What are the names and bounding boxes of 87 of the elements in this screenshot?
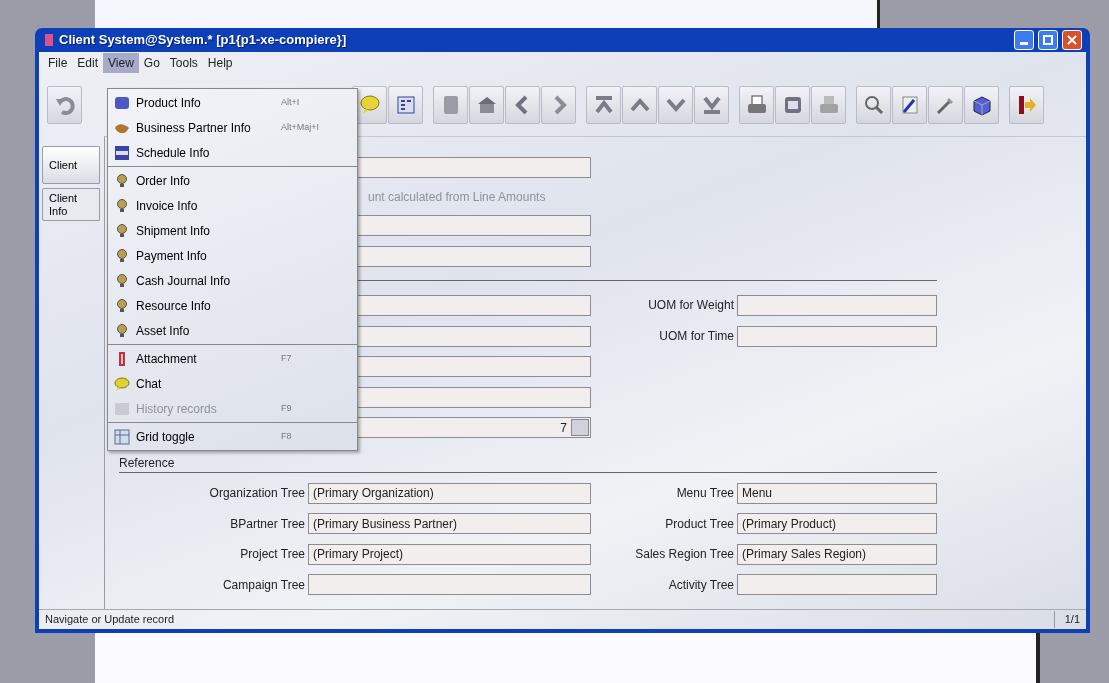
bulb-icon: [114, 297, 130, 314]
toolbar-button[interactable]: [586, 86, 621, 124]
menu-item[interactable]: Attachment F7: [108, 346, 357, 371]
calendar-icon: [114, 144, 130, 161]
menu-item[interactable]: Product Info Alt+I: [108, 90, 357, 115]
menu-item[interactable]: File: [43, 53, 73, 73]
menu-item[interactable]: Order Info: [108, 168, 357, 193]
text-field[interactable]: (Primary Business Partner): [308, 513, 591, 535]
menu-item[interactable]: Edit: [72, 53, 104, 73]
text-field[interactable]: [737, 325, 937, 347]
printer-icon: [745, 94, 768, 116]
app-icon: [43, 33, 55, 47]
bulb-icon: [114, 222, 130, 239]
grid-icon: [114, 428, 130, 445]
menu-item[interactable]: Invoice Info: [108, 193, 357, 218]
toolbar-button[interactable]: [739, 86, 774, 124]
toolbar-button[interactable]: [1009, 86, 1044, 124]
toolbar-button[interactable]: [469, 86, 504, 124]
text-field[interactable]: [737, 294, 937, 316]
menu-item[interactable]: Shipment Info: [108, 218, 357, 243]
bulb-icon: [114, 272, 130, 289]
form-icon: [394, 94, 417, 116]
text-field[interactable]: (Primary Project): [308, 543, 591, 565]
close-button[interactable]: [1062, 30, 1082, 50]
field-label: Product Tree: [664, 515, 734, 533]
toolbar-button[interactable]: [694, 86, 729, 124]
field-label: Sales Region Tree: [634, 546, 734, 564]
menu-item[interactable]: Go: [138, 53, 165, 73]
menu-item[interactable]: Help: [202, 53, 238, 73]
chat-icon: [114, 375, 130, 392]
text-field[interactable]: (Primary Organization): [308, 482, 591, 504]
minimize-button[interactable]: [1014, 30, 1034, 50]
field-label: Organization Tree: [208, 485, 305, 503]
hint-text: unt calculated from Line Amounts: [367, 188, 547, 206]
undo-icon: [53, 94, 76, 116]
record-count: 1/1: [1053, 611, 1080, 628]
bulb-icon: [114, 197, 130, 214]
menu-item[interactable]: Resource Info: [108, 293, 357, 318]
toolbar-button[interactable]: [892, 86, 927, 124]
text-field[interactable]: (Primary Sales Region): [737, 543, 937, 565]
field-value: 7: [560, 419, 567, 437]
window-title: Client System@System.* [p1{p1-xe-compiere}]: [59, 31, 347, 50]
printer-icon: [817, 94, 840, 116]
field-label: UOM for Time: [658, 328, 734, 346]
menu-item[interactable]: View: [103, 53, 139, 73]
text-field[interactable]: Menu: [737, 482, 937, 504]
toolbar-button[interactable]: [505, 86, 540, 124]
bulb-icon: [114, 322, 130, 339]
field-label: BPartner Tree: [229, 515, 305, 533]
maximize-button[interactable]: [1038, 30, 1058, 50]
toolbar-button[interactable]: [856, 86, 891, 124]
toolbar-button[interactable]: [775, 86, 810, 124]
toolbar-button[interactable]: [622, 86, 657, 124]
close-icon: [1067, 35, 1077, 45]
field-label: Activity Tree: [667, 576, 734, 594]
tab[interactable]: Client Info: [42, 188, 100, 222]
menu-item[interactable]: Asset Info: [108, 318, 357, 343]
toolbar-button[interactable]: [964, 86, 999, 124]
field-label: Campaign Tree: [221, 576, 305, 594]
text-field[interactable]: [737, 574, 937, 596]
toolbar-button[interactable]: [388, 86, 423, 124]
tab[interactable]: Client: [42, 146, 100, 184]
chat-icon: [358, 94, 381, 116]
bulb-icon: [114, 247, 130, 264]
toolbar-button[interactable]: [928, 86, 963, 124]
bulb-icon: [114, 172, 130, 189]
cube-icon: [970, 94, 993, 116]
field-label: Project Tree: [239, 546, 305, 564]
menu-item[interactable]: Cash Journal Info: [108, 268, 357, 293]
text-field[interactable]: [308, 574, 591, 596]
status-message: Navigate or Update record: [45, 612, 174, 628]
field-label: Menu Tree: [675, 485, 734, 503]
menu-item[interactable]: Business Partner Info Alt+Maj+I: [108, 115, 357, 140]
toolbar-button[interactable]: [658, 86, 693, 124]
box-icon: [114, 94, 130, 111]
minimize-icon: [1020, 41, 1028, 45]
menu-item[interactable]: Schedule Info: [108, 140, 357, 165]
menu-item[interactable]: Tools: [164, 53, 203, 73]
menu-item[interactable]: Payment Info: [108, 243, 357, 268]
text-field[interactable]: (Primary Product): [737, 513, 937, 535]
section-title: Reference: [119, 453, 175, 473]
search-icon: [862, 94, 885, 116]
maximize-icon: [1043, 35, 1053, 45]
history-icon: [114, 400, 130, 417]
lookup-button[interactable]: [571, 419, 589, 437]
field-label: UOM for Weight: [647, 297, 734, 315]
menu-item[interactable]: Chat: [108, 371, 357, 396]
